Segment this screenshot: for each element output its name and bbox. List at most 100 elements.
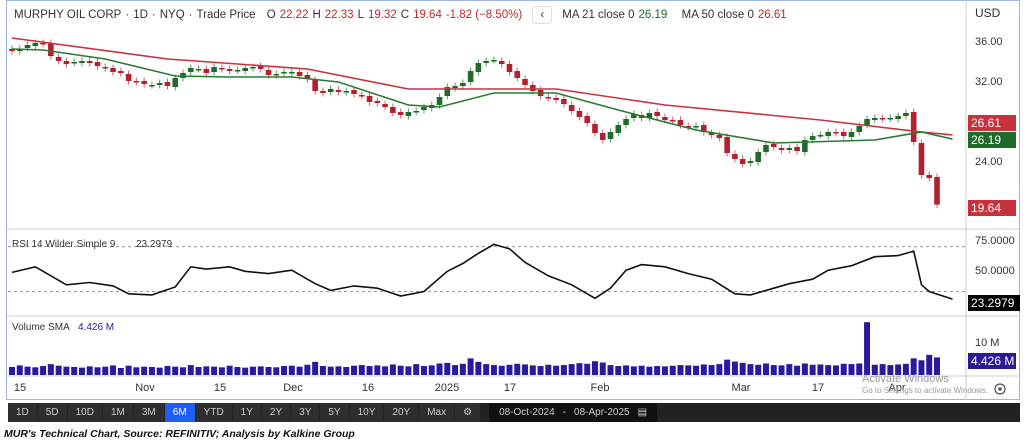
volume-bar xyxy=(265,367,272,375)
calendar-icon[interactable]: ▤ xyxy=(638,403,647,422)
range-button-1y[interactable]: 1Y xyxy=(232,403,261,422)
volume-bar xyxy=(770,365,777,375)
date-from[interactable]: 08-Oct-2024 xyxy=(499,403,555,422)
volume-bar xyxy=(78,367,85,375)
candle-body xyxy=(568,105,575,111)
volume-bar xyxy=(397,365,404,375)
volume-bar xyxy=(529,365,536,375)
candle-body xyxy=(848,132,855,137)
candle-body xyxy=(63,61,70,64)
settings-icon[interactable] xyxy=(994,383,1006,395)
candle-body xyxy=(71,62,77,64)
candle-body xyxy=(133,81,140,83)
candle-body xyxy=(483,61,489,63)
volume-bar xyxy=(24,366,31,375)
range-button-6m[interactable]: 6M xyxy=(164,403,195,422)
candle-body xyxy=(94,62,101,66)
range-settings-icon[interactable]: ⚙ xyxy=(455,403,481,422)
volume-bar xyxy=(389,364,396,375)
time-axis-label: 15 xyxy=(14,382,26,394)
candle-body xyxy=(79,61,85,63)
volume-bar xyxy=(125,365,132,375)
volume-bar xyxy=(133,367,140,375)
candle-body xyxy=(125,74,132,81)
candle-body xyxy=(864,119,870,125)
candle-body xyxy=(910,112,917,142)
candle-body xyxy=(607,132,614,139)
candle-body xyxy=(203,69,210,73)
candle-body xyxy=(366,96,373,102)
range-button-3m[interactable]: 3M xyxy=(133,403,164,422)
candle-body xyxy=(662,117,668,120)
candle-body xyxy=(817,135,824,137)
volume-bar xyxy=(654,366,661,375)
candle-body xyxy=(265,70,272,75)
range-button-1m[interactable]: 1M xyxy=(102,403,133,422)
volume-bar xyxy=(211,366,218,375)
range-button-3y[interactable]: 3Y xyxy=(291,403,320,422)
candle-body xyxy=(825,132,831,136)
candle-body xyxy=(405,112,412,116)
volume-bar xyxy=(514,363,521,375)
chart-canvas[interactable]: 36.00 32.00 24.00 15 Nov 15 Dec 16 2025 17 Feb Mar 1… xyxy=(0,0,1027,400)
chart-caption: MUR's Technical Chart, Source: REFINITIV… xyxy=(4,428,355,440)
candle-body xyxy=(374,101,381,103)
volume-bar xyxy=(685,365,692,375)
candle-body xyxy=(669,120,676,122)
candle-body xyxy=(452,86,458,88)
volume-bar xyxy=(304,364,311,375)
range-button-ytd[interactable]: YTD xyxy=(195,403,232,422)
volume-bar xyxy=(483,364,490,375)
rsi-value-legend: 23.2979 xyxy=(136,239,173,250)
volume-bar xyxy=(498,365,505,375)
volume-bar xyxy=(413,364,420,375)
volume-bar xyxy=(607,365,614,375)
range-toolbar: 1D 5D 10D 1M 3M 6M YTD 1Y 2Y 3Y 5Y 10Y 20Y Max ⚙ 08-O… xyxy=(8,403,1020,422)
candle-body xyxy=(102,67,109,69)
candle-body xyxy=(242,68,248,71)
volume-bar xyxy=(716,364,723,375)
volume-bar xyxy=(755,364,762,375)
candle-body xyxy=(421,107,427,110)
candle-body xyxy=(343,91,350,93)
volume-bar xyxy=(288,365,295,375)
range-button-max[interactable]: Max xyxy=(419,403,455,422)
date-range-picker[interactable]: 08-Oct-2024 - 08-Apr-2025 ▤ xyxy=(489,403,658,422)
range-button-2y[interactable]: 2Y xyxy=(261,403,291,422)
volume-bar xyxy=(700,364,707,375)
candle-body xyxy=(545,97,552,99)
volume-label: Volume SMA xyxy=(12,322,70,333)
range-button-10d[interactable]: 10D xyxy=(67,403,102,422)
time-axis-label: Dec xyxy=(283,382,303,394)
candle-body xyxy=(926,175,933,178)
range-button-1d[interactable]: 1D xyxy=(8,403,37,422)
candle-body xyxy=(561,99,567,104)
candle-body xyxy=(724,137,730,153)
volume-bar xyxy=(747,364,754,375)
candle-body xyxy=(48,43,54,56)
volume-bar xyxy=(778,365,785,375)
date-to[interactable]: 08-Apr-2025 xyxy=(574,403,630,422)
candle-body xyxy=(732,154,738,159)
range-button-5y[interactable]: 5Y xyxy=(320,403,349,422)
range-button-10y[interactable]: 10Y xyxy=(349,403,384,422)
candle-body xyxy=(677,120,684,125)
volume-bar xyxy=(724,359,731,375)
volume-bar xyxy=(817,364,824,375)
volume-bar xyxy=(693,365,700,375)
volume-bar xyxy=(444,362,451,375)
candle-body xyxy=(584,116,591,123)
candle-body xyxy=(234,70,241,72)
volume-bar xyxy=(55,365,62,375)
volume-bar xyxy=(358,365,365,375)
watermark-line1: Activate Windows xyxy=(862,373,949,385)
volume-bar xyxy=(452,365,459,375)
range-button-20y[interactable]: 20Y xyxy=(384,403,419,422)
price-tick: 36.00 xyxy=(975,36,1003,48)
range-button-5d[interactable]: 5D xyxy=(37,403,67,422)
volume-bar xyxy=(436,363,443,375)
volume-bar xyxy=(148,367,155,375)
volume-bar xyxy=(762,363,769,375)
candle-body xyxy=(809,136,816,140)
watermark-line2: Go to Settings to activate Windows. xyxy=(862,386,989,395)
